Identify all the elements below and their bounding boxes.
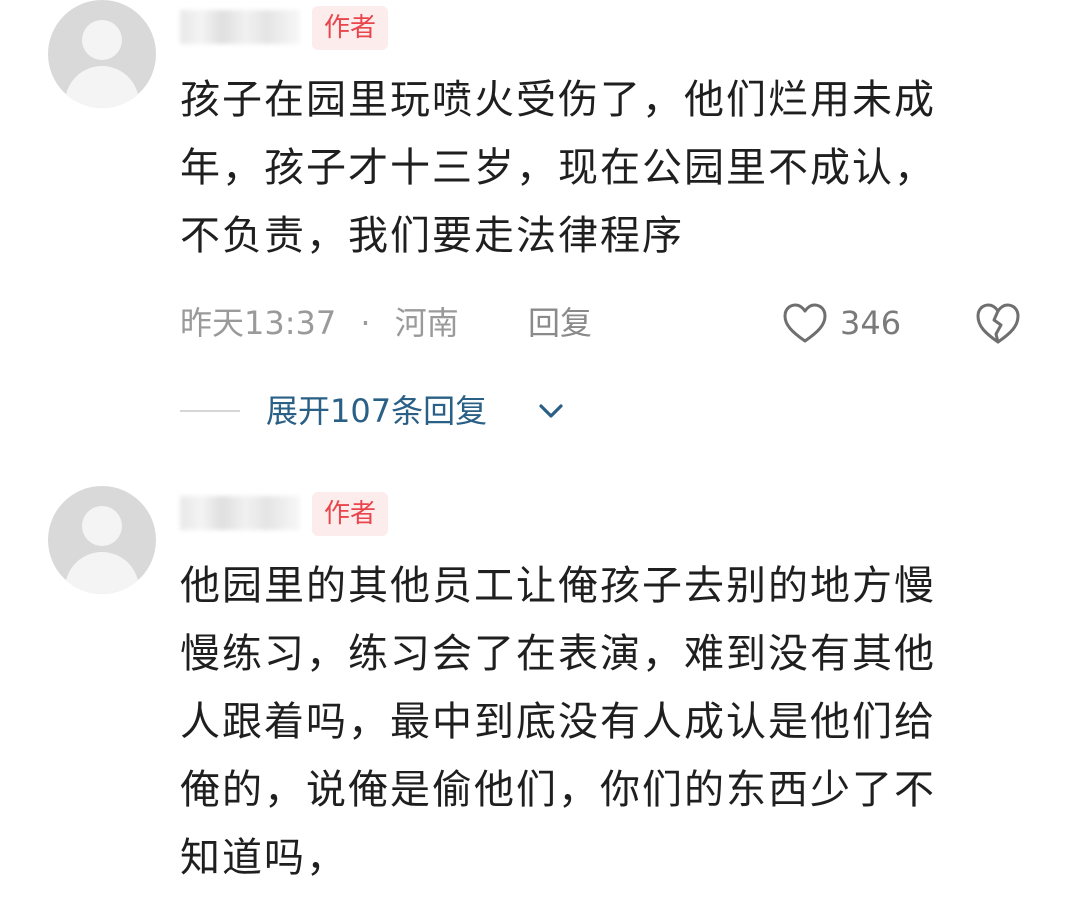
comment-text-line: 知道吗， [180,835,348,881]
author-badge: 作者 [312,6,389,50]
comment-time: 昨天13:37 [180,304,337,342]
comment-text-line: 他园里的其他员工让俺孩子去别的地方慢 [180,563,936,609]
avatar-body-shape [65,552,139,594]
comment-text-line: 人跟着吗，最中到底没有人成认是他们给 [180,699,936,745]
broken-heart-icon[interactable] [974,300,1022,346]
avatar[interactable] [48,486,156,594]
comment-meta: 昨天13:37 · 河南 [180,300,459,346]
comment-text: 孩子在园里玩喷火受伤了，他们烂用未成 年，孩子才十三岁，现在公园里不成认， 不负… [180,66,1020,270]
comment-1: 作者 孩子在园里玩喷火受伤了，他们烂用未成 年，孩子才十三岁，现在公园里不成认，… [0,0,1080,470]
comment-2: 作者 他园里的其他员工让俺孩子去别的地方慢 慢练习，练习会了在表演，难到没有其他… [0,486,1080,919]
expand-replies-link[interactable]: 展开107条回复 [266,388,487,434]
username-blurred[interactable] [180,10,300,44]
heart-outline-icon[interactable] [782,301,828,345]
avatar-body-shape [65,66,139,108]
like-count: 346 [840,304,902,342]
comment-text-line: 俺的，说俺是偷他们，你们的东西少了不 [180,767,936,813]
chevron-down-icon[interactable] [536,398,566,424]
avatar-head-shape [82,506,122,546]
comment-text-line: 不负责，我们要走法律程序 [180,213,684,259]
comment-text-line: 慢练习，练习会了在表演，难到没有其他 [180,631,936,677]
author-badge: 作者 [312,492,389,536]
comment-location: 河南 [394,304,459,342]
comment-text: 他园里的其他员工让俺孩子去别的地方慢 慢练习，练习会了在表演，难到没有其他 人跟… [180,552,1020,892]
divider-line [180,410,240,412]
meta-separator: · [360,304,371,342]
avatar[interactable] [48,0,156,108]
comment-text-line: 孩子在园里玩喷火受伤了，他们烂用未成 [180,77,936,123]
avatar-head-shape [82,20,122,60]
reply-button[interactable]: 回复 [528,300,592,346]
username-blurred[interactable] [180,496,300,530]
comment-text-line: 年，孩子才十三岁，现在公园里不成认， [180,145,936,191]
